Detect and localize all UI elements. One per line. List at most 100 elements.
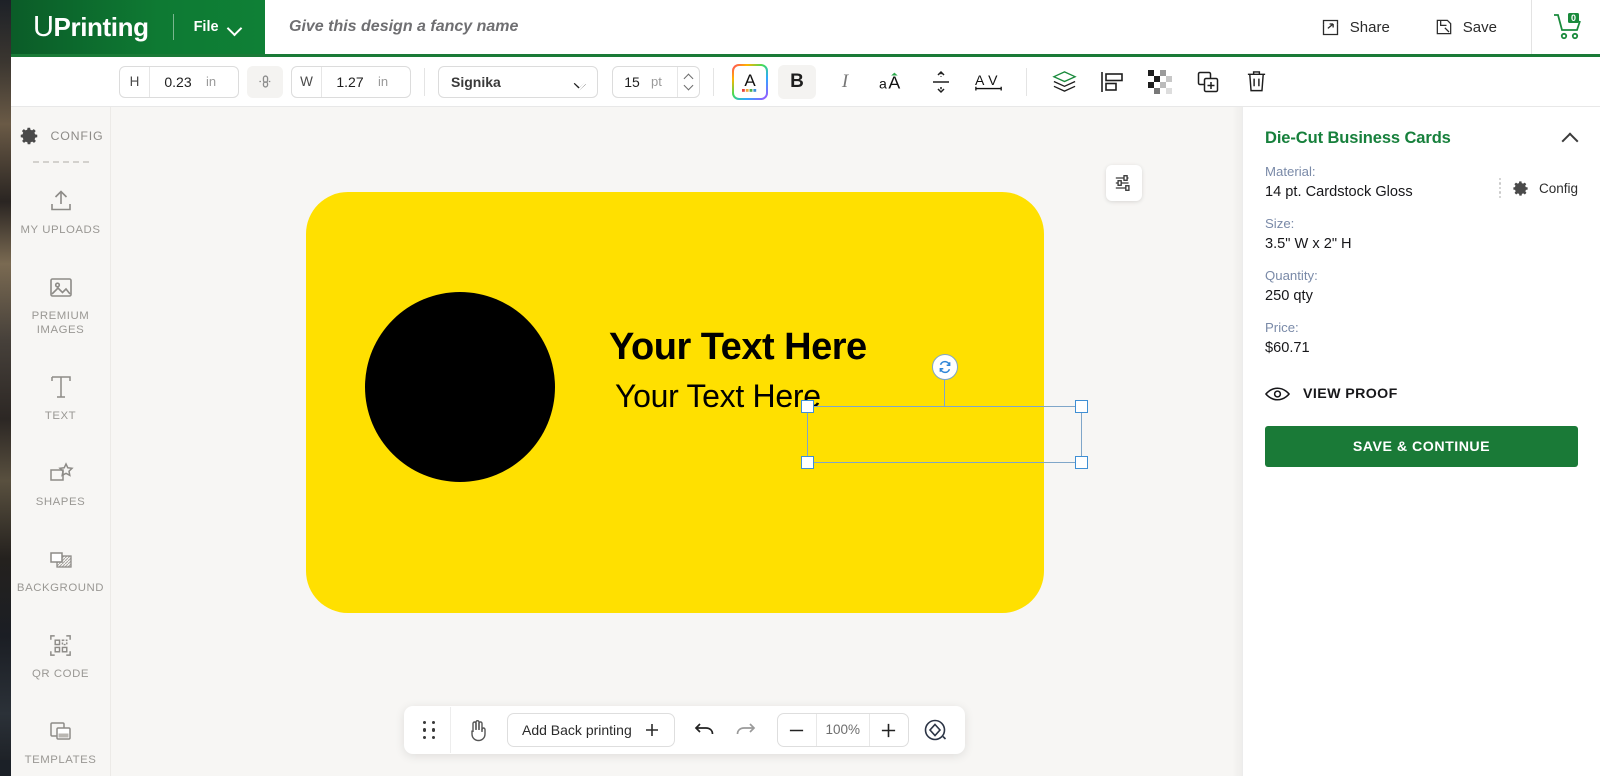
bold-button[interactable]: B xyxy=(778,64,816,99)
delete-button[interactable] xyxy=(1237,65,1275,99)
shapes-icon xyxy=(47,457,75,487)
sidebar-item-shapes[interactable]: SHAPES xyxy=(11,457,110,509)
flip-icon xyxy=(924,719,946,741)
toolbar-drag-handle[interactable] xyxy=(414,720,444,740)
italic-button[interactable]: I xyxy=(826,65,864,99)
italic-label: I xyxy=(841,70,849,92)
sidebar-item-premium-images[interactable]: PREMIUM IMAGES xyxy=(11,271,110,337)
sidebar-item-text[interactable]: TEXT xyxy=(11,371,110,423)
black-circle-shape[interactable] xyxy=(365,292,555,482)
resize-handle-bottom-right[interactable] xyxy=(1075,456,1088,469)
panel-header: Die-Cut Business Cards xyxy=(1265,129,1578,148)
lock-aspect-ratio-button[interactable] xyxy=(247,65,283,98)
header-divider xyxy=(1531,0,1532,54)
cart-badge-count: 0 xyxy=(1571,13,1576,23)
collapse-panel-button[interactable] xyxy=(1562,132,1578,142)
save-icon xyxy=(1436,19,1452,35)
stepper-down-icon[interactable] xyxy=(683,80,694,90)
zoom-level-value[interactable]: 100% xyxy=(815,714,870,746)
letter-spacing-icon: A V xyxy=(975,71,1002,90)
save-and-continue-button[interactable]: SAVE & CONTINUE xyxy=(1265,426,1578,467)
qr-code-icon xyxy=(47,629,74,659)
add-back-printing-label: Add Back printing xyxy=(522,722,632,738)
text-case-button[interactable]: a A xyxy=(874,65,912,99)
price-label: Price: xyxy=(1265,320,1299,335)
plus-icon xyxy=(882,723,896,737)
sidebar-item-background[interactable]: BACKGROUND xyxy=(11,543,110,595)
font-size-input[interactable]: 15 xyxy=(613,74,651,90)
cart-button[interactable]: 0 xyxy=(1536,0,1600,54)
canvas-settings-button[interactable] xyxy=(1106,165,1142,201)
save-label: Save xyxy=(1462,18,1497,36)
sidebar-item-label: TEMPLATES xyxy=(24,754,97,766)
rotate-icon xyxy=(939,360,950,374)
resize-handle-top-right[interactable] xyxy=(1075,400,1088,413)
share-icon xyxy=(1322,19,1338,35)
left-sidebar: CONFIG MY UPLOADS PREMIUM IMAGES TEXT SH… xyxy=(11,107,111,776)
chevron-down-icon xyxy=(228,23,241,31)
business-card-artboard[interactable]: Your Text Here Your Text Here xyxy=(306,192,1088,613)
uprinting-logo[interactable]: U Printing xyxy=(33,12,149,43)
logo-u: U xyxy=(33,10,54,43)
rotate-handle[interactable] xyxy=(931,354,958,380)
duplicate-icon xyxy=(1197,71,1219,92)
layers-button[interactable] xyxy=(1045,65,1083,99)
share-button[interactable]: Share xyxy=(1298,0,1412,54)
width-field-group[interactable]: W 1.27 in xyxy=(291,65,411,98)
sidebar-item-config[interactable]: CONFIG xyxy=(11,125,110,147)
design-name-input[interactable]: Give this design a fancy name xyxy=(265,0,1298,54)
sidebar-item-qr-code[interactable]: QR CODE xyxy=(11,629,110,681)
sidebar-item-my-uploads[interactable]: MY UPLOADS xyxy=(11,185,110,237)
link-icon xyxy=(258,75,272,88)
file-menu[interactable]: File xyxy=(194,19,241,35)
file-menu-label: File xyxy=(193,19,219,35)
bg-svg xyxy=(49,552,72,568)
flip-view-button[interactable] xyxy=(915,712,955,748)
width-input[interactable]: 1.27 xyxy=(322,67,378,97)
design-canvas-area[interactable]: Your Text Here Your Text Here xyxy=(112,107,1242,776)
text-object-primary[interactable]: Your Text Here xyxy=(609,326,867,369)
duplicate-button[interactable] xyxy=(1189,65,1227,99)
transparency-button[interactable] xyxy=(1141,65,1179,99)
resize-handle-bottom-left[interactable] xyxy=(801,456,814,469)
add-back-printing-button[interactable]: Add Back printing xyxy=(507,713,675,747)
undo-button[interactable] xyxy=(685,712,725,748)
canvas-bottom-toolbar: Add Back printing 100% xyxy=(404,706,965,754)
sidebar-item-label: BACKGROUND xyxy=(16,582,105,594)
app-header: U Printing File Give this design a fancy … xyxy=(11,0,1600,57)
font-size-stepper[interactable] xyxy=(677,66,699,97)
sidebar-item-templates[interactable]: TEMPLATES xyxy=(11,715,110,767)
font-family-select[interactable]: Signika xyxy=(438,65,598,98)
width-unit: in xyxy=(378,73,389,89)
zoom-in-button[interactable] xyxy=(870,714,908,746)
align-left-icon xyxy=(1101,71,1123,92)
text-object-secondary[interactable]: Your Text Here xyxy=(615,378,821,415)
height-input[interactable]: 0.23 xyxy=(150,67,206,97)
letter-spacing-button[interactable]: A V xyxy=(970,65,1008,99)
background-desktop-strip xyxy=(0,0,11,776)
height-label: H xyxy=(120,66,150,97)
background-icon xyxy=(47,543,75,573)
text-color-button[interactable]: A xyxy=(732,64,768,100)
bottom-divider-1 xyxy=(450,707,451,753)
pan-tool-button[interactable] xyxy=(457,712,497,748)
config-label: Config xyxy=(1538,180,1578,196)
layers-icon xyxy=(1051,71,1077,92)
sidebar-item-label: MY UPLOADS xyxy=(20,224,101,236)
redo-button[interactable] xyxy=(725,712,765,748)
config-button[interactable]: Config xyxy=(1498,178,1578,198)
product-row-quantity: Quantity: 250 qty xyxy=(1265,268,1578,304)
zoom-out-button[interactable] xyxy=(778,714,816,746)
line-height-button[interactable] xyxy=(922,65,960,99)
svg-text:A: A xyxy=(744,71,756,90)
save-button[interactable]: Save xyxy=(1412,0,1519,54)
align-button[interactable] xyxy=(1093,65,1131,99)
upload-icon xyxy=(47,185,75,215)
view-proof-button[interactable]: VIEW PROOF xyxy=(1265,386,1578,402)
font-size-group[interactable]: 15 pt xyxy=(612,65,700,98)
templates-icon xyxy=(47,715,75,745)
sidebar-divider xyxy=(32,161,89,163)
height-field-group[interactable]: H 0.23 in xyxy=(119,65,239,98)
cart-icon: 0 xyxy=(1554,13,1581,40)
toolbar-divider-2 xyxy=(713,67,714,96)
